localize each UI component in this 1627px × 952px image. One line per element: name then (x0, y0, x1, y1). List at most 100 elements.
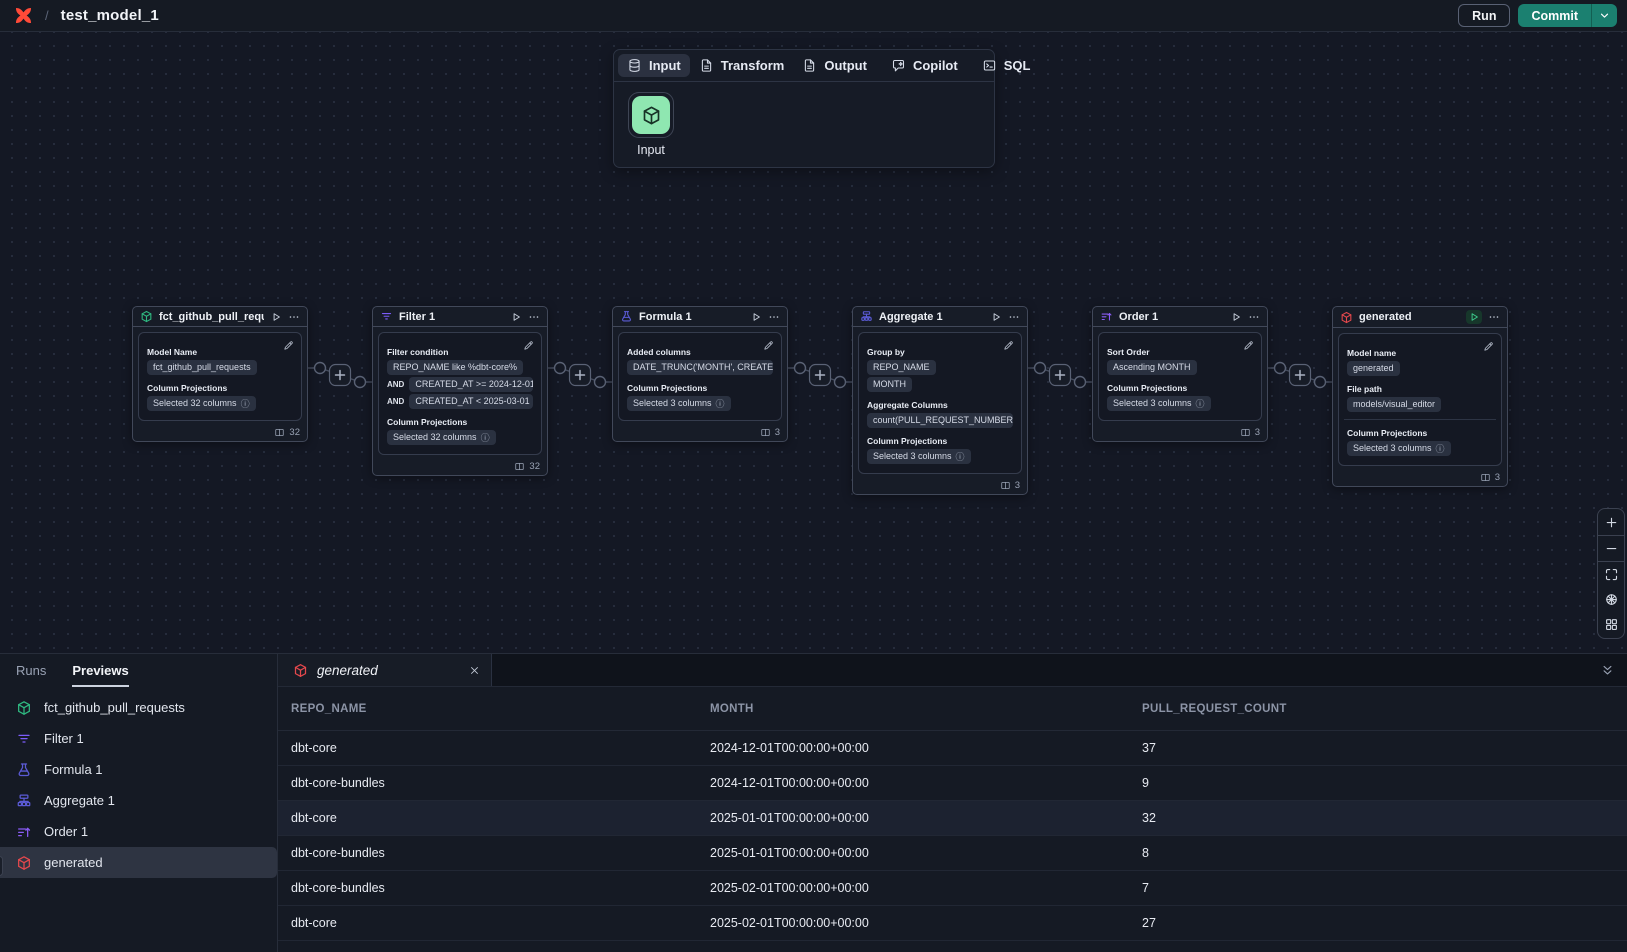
commit-dropdown-button[interactable] (1591, 4, 1617, 27)
collapse-panel-icon[interactable] (1588, 654, 1627, 686)
column-count: 32 (289, 427, 300, 438)
node-title: Formula 1 (639, 311, 744, 323)
palette-tab-input[interactable]: Input (618, 54, 690, 77)
preview-node-button[interactable] (1466, 310, 1482, 324)
edit-icon[interactable] (1483, 339, 1494, 357)
node-formula-1[interactable]: Formula 1 Added columnsDATE_TRUNC('MONTH… (612, 306, 788, 442)
node-menu-button[interactable] (288, 311, 300, 323)
preview-node-button[interactable] (270, 311, 282, 323)
palette-tab-output[interactable]: Output (793, 54, 876, 77)
info-icon: ⓘ (1436, 444, 1445, 454)
cell-pull-request-count: 27 (1142, 916, 1627, 930)
node-fct-github-pull-requests[interactable]: fct_github_pull_requests Model Namefct_g… (132, 306, 308, 442)
column-header-pull-request-count[interactable]: PULL_REQUEST_COUNT (1142, 703, 1627, 715)
connection-handle[interactable] (355, 377, 366, 388)
fit-view-button[interactable] (1598, 562, 1624, 587)
connection-handle[interactable] (1035, 363, 1046, 374)
sidebar-item-fct-github-pull-requests[interactable]: fct_github_pull_requests (0, 692, 277, 723)
node-menu-button[interactable] (768, 311, 780, 323)
connection-handle[interactable] (595, 377, 606, 388)
zoom-out-button[interactable] (1598, 536, 1624, 561)
add-node-button[interactable] (330, 365, 351, 386)
preview-node-button[interactable] (750, 311, 762, 323)
preview-node-button[interactable] (1230, 311, 1242, 323)
add-node-button[interactable] (570, 365, 591, 386)
sidebar-item-generated[interactable]: generated (0, 847, 277, 878)
commit-button[interactable]: Commit (1518, 4, 1591, 27)
connection-handle[interactable] (315, 363, 326, 374)
zoom-in-button[interactable] (1598, 510, 1624, 535)
node-filter-1[interactable]: Filter 1 Filter conditionREPO_NAME like … (372, 306, 548, 476)
section-label: Column Projections (1347, 428, 1493, 438)
edit-icon[interactable] (523, 338, 534, 356)
columns-icon (760, 427, 771, 438)
column-count: 3 (775, 427, 780, 438)
palette-item-input[interactable]: Input (628, 92, 674, 157)
node-title: generated (1359, 311, 1460, 323)
node-generated[interactable]: generated Model namegeneratedFile pathmo… (1332, 306, 1508, 487)
edit-icon[interactable] (1003, 338, 1014, 356)
table-row: dbt-core-bundles 2025-01-01T00:00:00+00:… (278, 836, 1627, 871)
node-menu-button[interactable] (1488, 311, 1500, 323)
connection-handle[interactable] (1275, 363, 1286, 374)
palette-tab-copilot[interactable]: Copilot (882, 54, 967, 77)
value-pill: DATE_TRUNC('MONTH', CREATED_AT… (627, 360, 773, 375)
value-row: Selected 3 columnsⓘ (627, 396, 773, 411)
sidebar-item-order-1[interactable]: Order 1 (0, 816, 277, 847)
edit-icon[interactable] (763, 338, 774, 356)
node-footer: 3 (853, 479, 1027, 494)
close-icon[interactable] (468, 664, 481, 677)
cell-pull-request-count: 7 (1142, 881, 1627, 895)
node-menu-button[interactable] (528, 311, 540, 323)
connection-handle[interactable] (555, 363, 566, 374)
condition-operator: AND (387, 380, 404, 389)
value-pill: count(PULL_REQUEST_NUMBER) as … (867, 413, 1013, 428)
tab-previews[interactable]: Previews (72, 654, 128, 687)
palette-tabs: InputTransformOutputCopilotSQL (614, 50, 994, 82)
preview-node-button[interactable] (990, 311, 1002, 323)
node-order-1[interactable]: Order 1 Sort OrderAscending MONTHColumn … (1092, 306, 1268, 442)
sidebar-item-formula-1[interactable]: Formula 1 (0, 754, 277, 785)
connection-handle[interactable] (1315, 377, 1326, 388)
run-button[interactable]: Run (1458, 4, 1510, 27)
preview-node-button[interactable] (510, 311, 522, 323)
value-row: Selected 3 columnsⓘ (1107, 396, 1253, 411)
value-row: count(PULL_REQUEST_NUMBER) as … (867, 413, 1013, 428)
section-divider (1344, 419, 1496, 420)
column-header-repo-name[interactable]: REPO_NAME (278, 703, 710, 715)
connection-handle[interactable] (835, 377, 846, 388)
add-node-button[interactable] (1050, 365, 1071, 386)
copilot-icon (891, 58, 906, 73)
breadcrumb-separator: / (45, 8, 49, 23)
sidebar-item-aggregate-1[interactable]: Aggregate 1 (0, 785, 277, 816)
node-menu-button[interactable] (1248, 311, 1260, 323)
input-cube-icon (632, 96, 670, 134)
node-aggregate-1[interactable]: Aggregate 1 Group byREPO_NAMEMONTHAggreg… (852, 306, 1028, 495)
node-menu-button[interactable] (1008, 311, 1020, 323)
palette-tab-transform[interactable]: Transform (690, 54, 794, 77)
panel-resize-handle[interactable] (0, 856, 3, 876)
edit-icon[interactable] (283, 338, 294, 356)
section-label: Column Projections (1107, 383, 1253, 393)
connection-handle[interactable] (795, 363, 806, 374)
cell-repo-name: dbt-core (278, 811, 710, 825)
column-header-month[interactable]: MONTH (710, 703, 1142, 715)
edit-icon[interactable] (1243, 338, 1254, 356)
palette-item-label: Input (637, 143, 665, 157)
add-node-button[interactable] (810, 365, 831, 386)
topbar-actions: Run Commit (1458, 4, 1617, 27)
sidebar-item-filter-1[interactable]: Filter 1 (0, 723, 277, 754)
connection-handle[interactable] (1075, 377, 1086, 388)
node-title: fct_github_pull_requests (159, 311, 264, 323)
canvas[interactable]: fct_github_pull_requests Model Namefct_g… (0, 32, 1627, 653)
dbt-logo-icon[interactable] (14, 6, 33, 25)
minimap-button[interactable] (1598, 612, 1624, 637)
node-header: Aggregate 1 (853, 307, 1027, 327)
toggle-interactivity-button[interactable] (1598, 587, 1624, 612)
add-node-button[interactable] (1290, 365, 1311, 386)
value-pill: Ascending MONTH (1107, 360, 1197, 375)
tab-runs[interactable]: Runs (16, 654, 46, 687)
preview-tab-generated[interactable]: generated (278, 654, 492, 686)
palette-tab-sql[interactable]: SQL (973, 54, 1040, 77)
info-icon: ⓘ (241, 399, 250, 409)
